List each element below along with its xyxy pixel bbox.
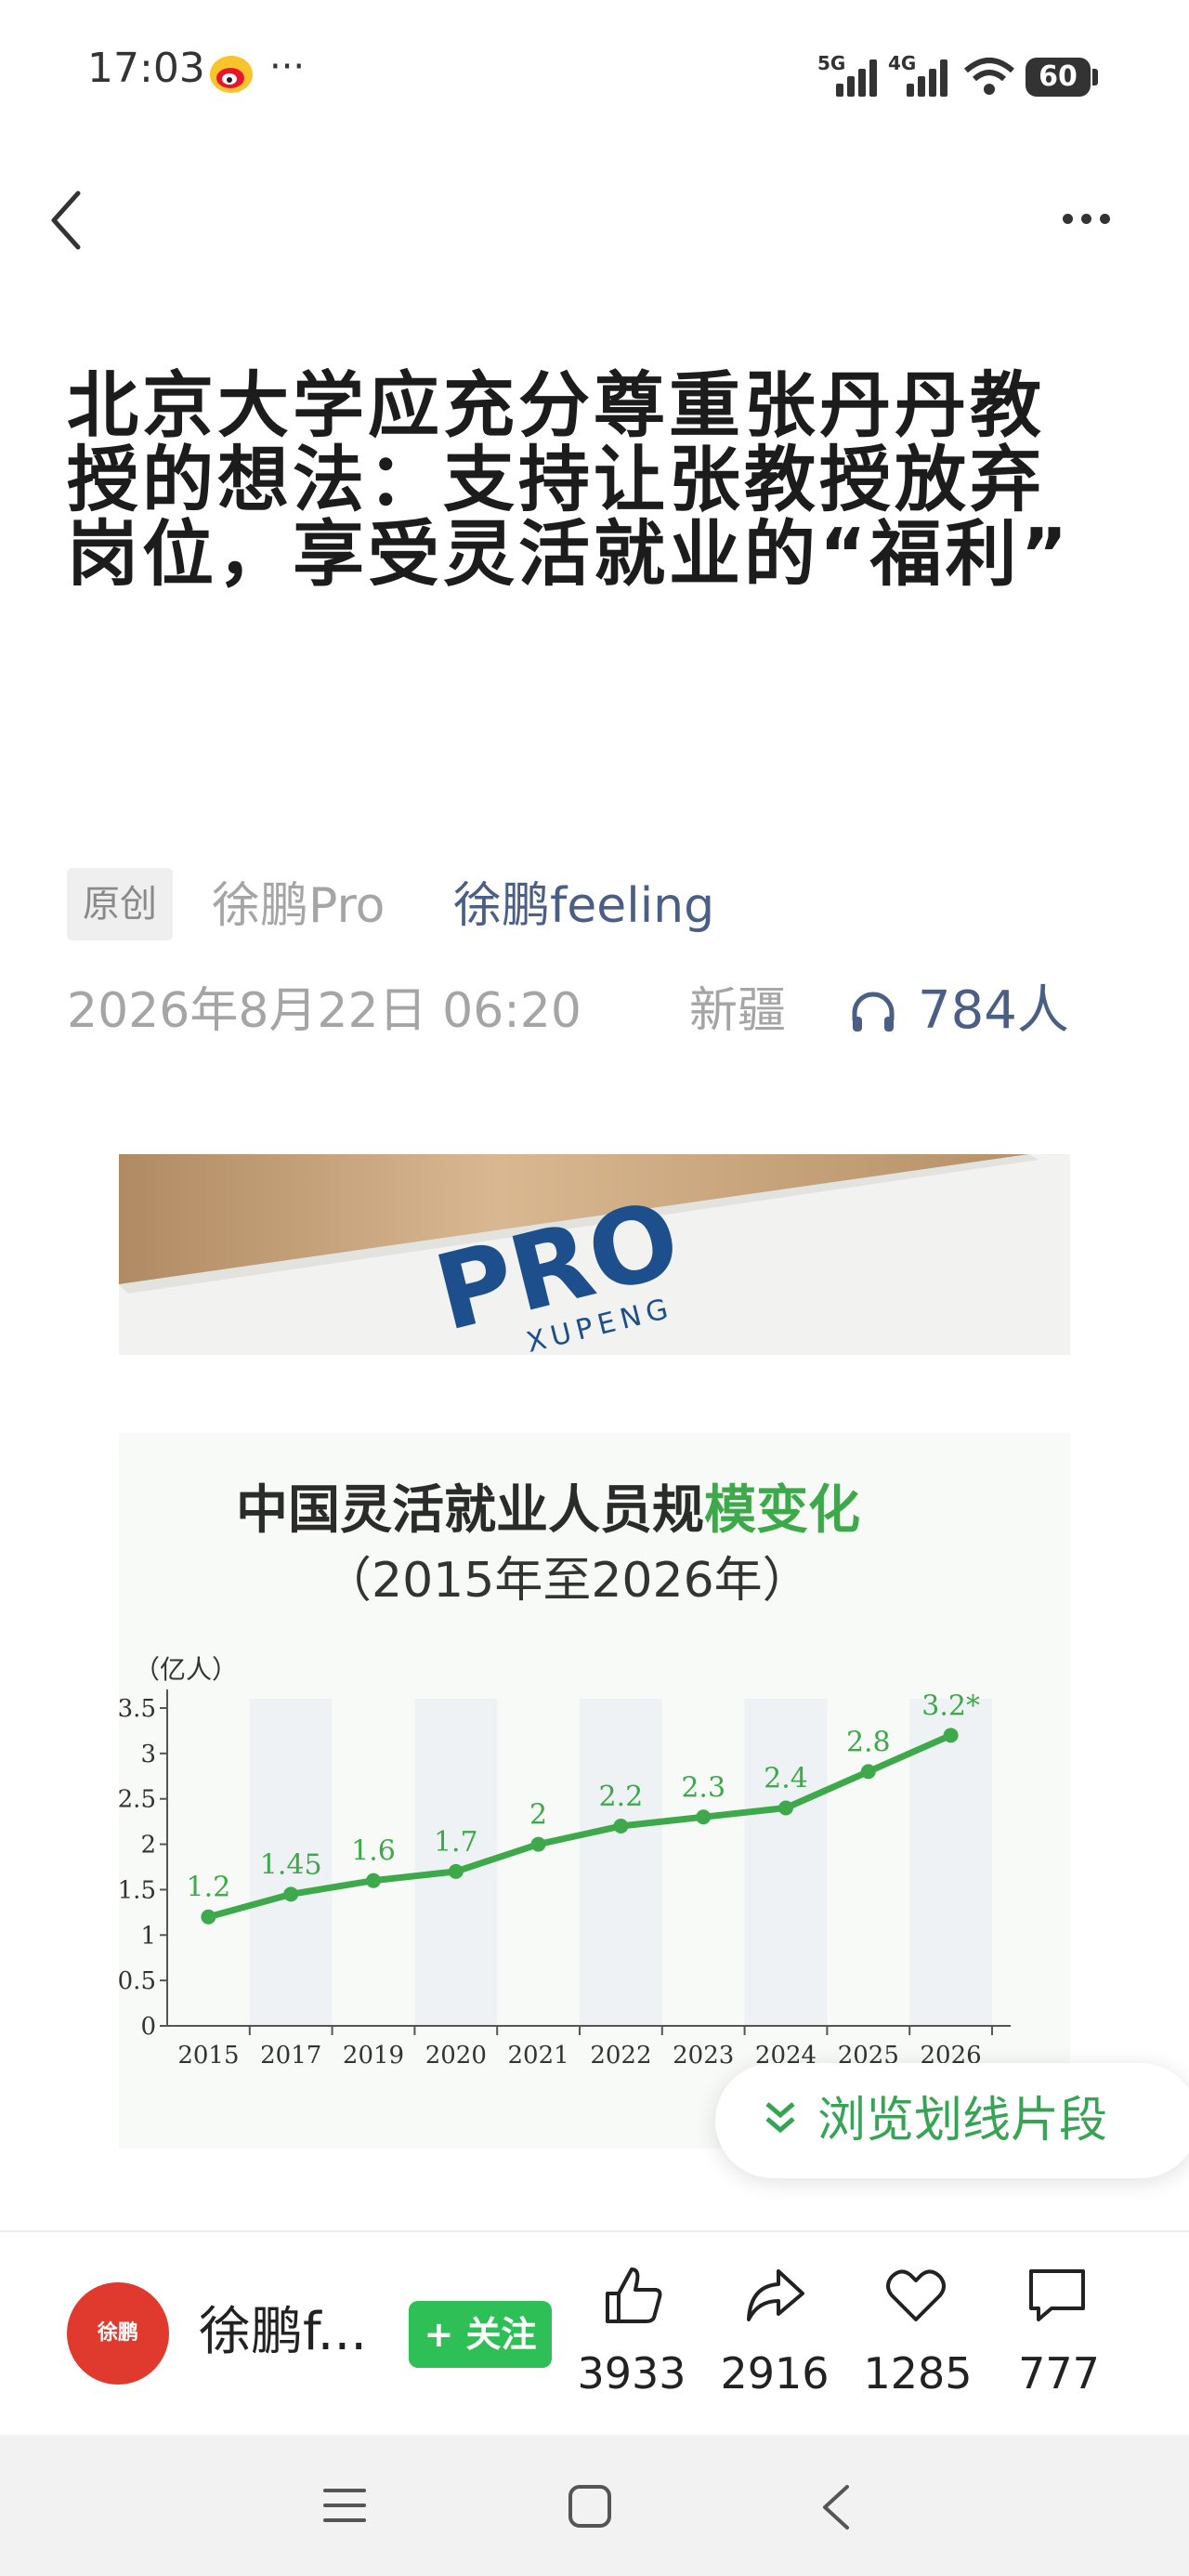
weibo-app-icon [210,56,253,93]
battery-tip [1092,69,1098,85]
follow-button[interactable]: + 关注 [409,2301,552,2368]
data-label: 1.2 [187,1872,231,1904]
share-button[interactable] [741,2262,808,2333]
comment-bubble-icon [1029,2269,1085,2321]
favorite-button[interactable] [882,2262,949,2333]
original-badge: 原创 [67,868,173,940]
pro-banner-image: PRO XUPENG [119,1154,1070,1355]
data-label: 2.3 [681,1771,725,1804]
data-point [860,1764,876,1780]
x-tick-label: 2022 [590,2042,651,2070]
y-axis-label: （亿人） [134,1654,238,1685]
y-tick-label: 3 [140,1741,156,1768]
share-arrow-icon [747,2269,804,2321]
home-square-icon[interactable] [567,2483,613,2533]
like-button[interactable] [600,2262,667,2333]
menu-icon[interactable] [321,2485,368,2530]
x-tick-label: 2015 [177,2042,239,2070]
data-label: 2.2 [599,1781,644,1813]
x-tick-label: 2017 [260,2042,321,2070]
data-point [366,1873,381,1888]
comment-button[interactable] [1024,2262,1091,2333]
wifi-icon [962,56,1016,100]
signal-bars-1-icon [836,58,879,97]
like-count: 3933 [577,2348,686,2399]
y-tick-label: 2 [140,1832,156,1860]
heart-icon [886,2269,946,2321]
data-label: 1.6 [351,1835,396,1868]
data-label: 1.7 [434,1826,478,1859]
double-chevron-down-icon [762,2095,799,2145]
data-label: 3.2* [921,1689,980,1722]
battery-indicator: 60 [1026,58,1091,97]
line-chart: （亿人） 0 0.5 1 1.5 2 2.5 3 3.5 2015 2017 2019 2020 202… [119,1654,1011,2070]
y-tick-label: 1.5 [119,1876,156,1904]
data-point [696,1809,712,1825]
author-name[interactable]: 徐鹏Pro [212,870,385,942]
data-label: 2.8 [846,1726,891,1758]
favorite-count: 1285 [863,2348,973,2399]
data-point [530,1836,546,1852]
status-time: 17:03 [87,45,205,92]
listener-count[interactable]: 784人 [918,978,1069,1045]
chart-bg-column [580,1699,662,2026]
y-tick-label: 0.5 [119,1967,156,1995]
data-label: 2.4 [764,1762,808,1794]
publish-location: 新疆 [689,983,787,1039]
y-tick-label: 1 [140,1922,156,1950]
browse-highlights-label[interactable]: 浏览划线片段 [817,2085,1107,2156]
x-tick-label: 2023 [673,2042,734,2070]
article-title: 北京大学应充分尊重张丹丹教授的想法：支持让张教授放弃岗位，享受灵活就业的“福利” [67,365,1072,597]
status-more-dots: ··· [269,46,306,88]
author-link[interactable]: 徐鹏feeling [453,870,714,942]
thumbs-up-icon [606,2267,662,2323]
y-tick-label: 0 [140,2013,156,2041]
data-point [613,1819,629,1834]
publish-datetime: 2026年8月22日 06:20 [67,983,581,1039]
author-short-name[interactable]: 徐鹏f... [199,2299,367,2366]
data-label: 1.45 [260,1848,322,1881]
back-button[interactable] [48,190,85,255]
data-point [778,1800,793,1816]
x-tick-label: 2021 [508,2042,569,2070]
more-options-button[interactable] [1063,210,1118,228]
share-count: 2916 [720,2348,830,2399]
y-tick-label: 2.5 [119,1786,156,1814]
data-point [448,1863,464,1879]
data-point [201,1909,216,1925]
employment-chart-image: 中国灵活就业人员规模变化 （2015年至2026年） （亿人） 0 0.5 1 1.5… [119,1433,1070,2149]
more-horizontal-icon [1063,210,1118,228]
headphones-icon [849,989,897,1041]
data-point [283,1886,299,1902]
data-point [943,1728,959,1743]
signal-bars-2-icon [907,58,949,97]
y-tick-label: 3.5 [119,1695,156,1723]
comment-count: 777 [1018,2348,1100,2399]
back-triangle-icon[interactable] [817,2483,855,2535]
author-avatar[interactable]: 徐鹏feeling [67,2282,169,2447]
x-tick-label: 2019 [343,2042,404,2070]
chevron-left-icon [51,191,81,250]
x-tick-label: 2020 [425,2042,487,2070]
data-label: 2 [529,1799,547,1832]
chart-bg-column [744,1699,828,2026]
